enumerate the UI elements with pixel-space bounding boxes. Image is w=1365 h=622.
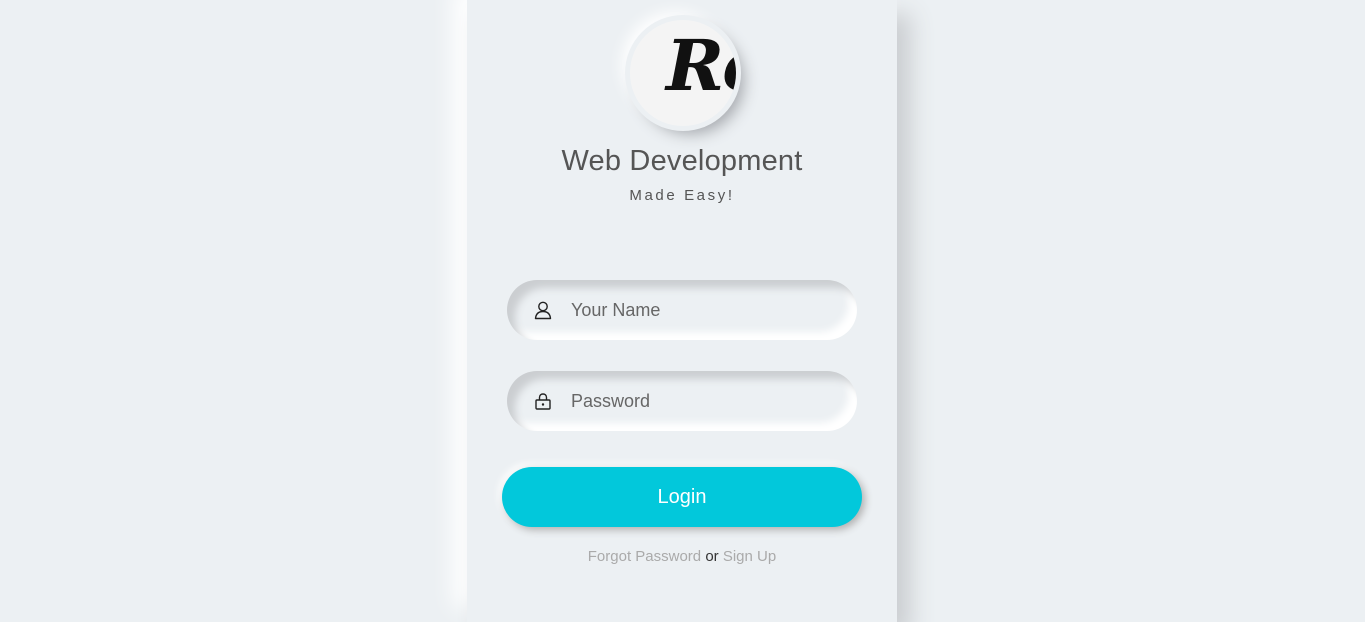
sign-up-link[interactable]: Sign Up	[723, 548, 776, 565]
name-field[interactable]	[507, 280, 857, 340]
page-subtitle: Made Easy!	[629, 187, 735, 204]
name-input[interactable]	[571, 280, 831, 340]
footer-links: Forgot Password or Sign Up	[467, 548, 897, 565]
or-separator: or	[701, 548, 723, 565]
login-button[interactable]: Login	[502, 467, 862, 527]
logo: Ro	[630, 20, 736, 126]
user-icon	[534, 301, 552, 320]
logo-text: Ro	[666, 24, 736, 107]
password-field[interactable]	[507, 371, 857, 431]
page-title: Web Development	[561, 145, 803, 177]
page: Ro Web Development Made Easy! Login Forg…	[0, 0, 1365, 622]
password-input[interactable]	[571, 371, 831, 431]
lock-icon	[535, 393, 551, 410]
forgot-password-link[interactable]: Forgot Password	[588, 548, 701, 565]
login-card: Ro Web Development Made Easy! Login Forg…	[467, 0, 897, 622]
